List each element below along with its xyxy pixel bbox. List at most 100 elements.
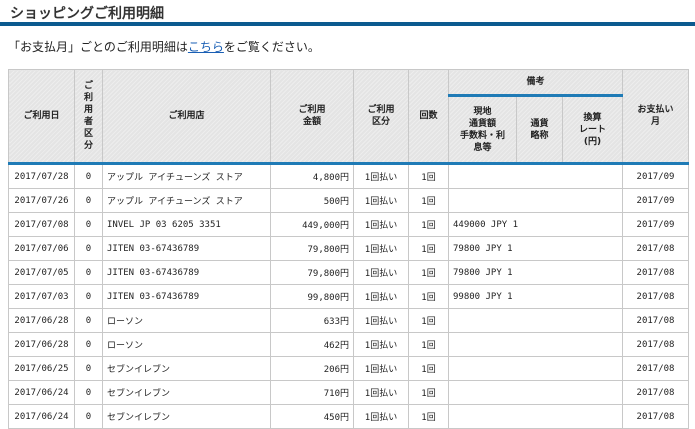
cell-store: セブンイレブン: [102, 404, 271, 429]
cell-remarks: [447, 163, 624, 189]
header-local-amount: 現地 通貨額 手数料・利 息等: [448, 95, 517, 165]
cell-date: 2017/07/26: [8, 188, 75, 213]
cell-payment-method: 1回払い: [353, 332, 409, 357]
cell-amount: 79,800円: [270, 236, 354, 261]
table-row: 2017/07/03 0 JITEN 03-67436789 99,800円 1…: [8, 284, 690, 309]
cell-payment-method: 1回払い: [353, 284, 409, 309]
cell-count: 1回: [408, 212, 449, 237]
cell-count: 1回: [408, 260, 449, 285]
title-divider: [0, 22, 695, 26]
header-store: ご利用店: [102, 69, 271, 165]
cell-amount: 500円: [270, 188, 354, 213]
cell-count: 1回: [408, 284, 449, 309]
cell-remarks: 79800 JPY 1: [447, 260, 624, 285]
cell-payment-month: 2017/09: [622, 163, 690, 189]
cell-store: セブンイレブン: [102, 356, 271, 381]
cell-user-type: 0: [74, 308, 103, 333]
cell-store: INVEL JP 03 6205 3351: [102, 212, 271, 237]
cell-payment-method: 1回払い: [353, 308, 409, 333]
cell-store: JITEN 03-67436789: [102, 236, 271, 261]
cell-user-type: 0: [74, 260, 103, 285]
cell-payment-method: 1回払い: [353, 260, 409, 285]
cell-remarks: 449000 JPY 1: [447, 212, 624, 237]
cell-amount: 79,800円: [270, 260, 354, 285]
header-date: ご利用日: [8, 69, 75, 165]
cell-payment-month: 2017/08: [622, 236, 690, 261]
cell-store: ローソン: [102, 332, 271, 357]
cell-payment-month: 2017/08: [622, 284, 690, 309]
cell-date: 2017/07/06: [8, 236, 75, 261]
cell-count: 1回: [408, 404, 449, 429]
cell-remarks: [447, 380, 624, 405]
cell-user-type: 0: [74, 356, 103, 381]
cell-remarks: 99800 JPY 1: [447, 284, 624, 309]
cell-payment-method: 1回払い: [353, 188, 409, 213]
intro-text: 「お支払月」ごとのご利用明細はこちらをご覧ください。: [8, 38, 320, 55]
table-row: 2017/06/24 0 セブンイレブン 710円 1回払い 1回 2017/0…: [8, 380, 690, 405]
cell-date: 2017/06/24: [8, 380, 75, 405]
header-currency: 通貨 略称: [516, 95, 563, 165]
cell-count: 1回: [408, 380, 449, 405]
statement-table: ご利用日 ご 利 用 者 区 分 ご利用店 ご利用 金額 ご利用 区分 回数 備…: [8, 69, 690, 429]
cell-user-type: 0: [74, 163, 103, 189]
cell-count: 1回: [408, 308, 449, 333]
cell-store: アップル アイチューンズ ストア: [102, 188, 271, 213]
cell-remarks: 79800 JPY 1: [447, 236, 624, 261]
header-count: 回数: [408, 69, 449, 165]
cell-remarks: [447, 188, 624, 213]
header-user-type: ご 利 用 者 区 分: [74, 69, 103, 165]
cell-payment-method: 1回払い: [353, 212, 409, 237]
header-rate: 換算 レート (円): [561, 95, 624, 165]
header-amount: ご利用 金額: [270, 69, 354, 165]
cell-date: 2017/06/28: [8, 332, 75, 357]
table-row: 2017/06/28 0 ローソン 462円 1回払い 1回 2017/08: [8, 332, 690, 357]
cell-date: 2017/06/25: [8, 356, 75, 381]
page-title: ショッピングご利用明細: [10, 6, 164, 22]
header-remarks: 備考: [447, 69, 624, 97]
cell-amount: 710円: [270, 380, 354, 405]
cell-payment-month: 2017/08: [622, 380, 690, 405]
intro-text-after: をご覧ください。: [223, 40, 320, 54]
cell-payment-method: 1回払い: [353, 163, 409, 189]
cell-count: 1回: [408, 188, 449, 213]
cell-count: 1回: [408, 236, 449, 261]
table-row: 2017/06/25 0 セブンイレブン 206円 1回払い 1回 2017/0…: [8, 356, 690, 381]
cell-payment-month: 2017/08: [622, 404, 690, 429]
table-row: 2017/06/28 0 ローソン 633円 1回払い 1回 2017/08: [8, 308, 690, 333]
table-row: 2017/07/06 0 JITEN 03-67436789 79,800円 1…: [8, 236, 690, 261]
cell-store: セブンイレブン: [102, 380, 271, 405]
cell-date: 2017/07/05: [8, 260, 75, 285]
cell-count: 1回: [408, 163, 449, 189]
cell-payment-method: 1回払い: [353, 236, 409, 261]
cell-date: 2017/07/08: [8, 212, 75, 237]
cell-remarks: [447, 404, 624, 429]
cell-payment-month: 2017/08: [622, 332, 690, 357]
cell-payment-method: 1回払い: [353, 380, 409, 405]
cell-user-type: 0: [74, 236, 103, 261]
cell-payment-month: 2017/08: [622, 308, 690, 333]
cell-store: ローソン: [102, 308, 271, 333]
cell-remarks: [447, 332, 624, 357]
cell-store: JITEN 03-67436789: [102, 284, 271, 309]
cell-payment-month: 2017/08: [622, 356, 690, 381]
details-by-month-link[interactable]: こちら: [188, 40, 224, 54]
cell-count: 1回: [408, 332, 449, 357]
cell-payment-month: 2017/09: [622, 188, 690, 213]
cell-amount: 4,800円: [270, 163, 354, 189]
cell-remarks: [447, 356, 624, 381]
cell-amount: 449,000円: [270, 212, 354, 237]
cell-payment-month: 2017/08: [622, 260, 690, 285]
table-row: 2017/07/05 0 JITEN 03-67436789 79,800円 1…: [8, 260, 690, 285]
table-row: 2017/07/08 0 INVEL JP 03 6205 3351 449,0…: [8, 212, 690, 237]
cell-amount: 99,800円: [270, 284, 354, 309]
cell-user-type: 0: [74, 188, 103, 213]
cell-user-type: 0: [74, 380, 103, 405]
cell-remarks: [447, 308, 624, 333]
cell-payment-method: 1回払い: [353, 356, 409, 381]
cell-user-type: 0: [74, 332, 103, 357]
table-row: 2017/06/24 0 セブンイレブン 450円 1回払い 1回 2017/0…: [8, 404, 690, 429]
header-payment-month: お支払い 月: [622, 69, 690, 165]
cell-amount: 633円: [270, 308, 354, 333]
header-payment-method: ご利用 区分: [353, 69, 409, 165]
table-row: 2017/07/26 0 アップル アイチューンズ ストア 500円 1回払い …: [8, 188, 690, 213]
